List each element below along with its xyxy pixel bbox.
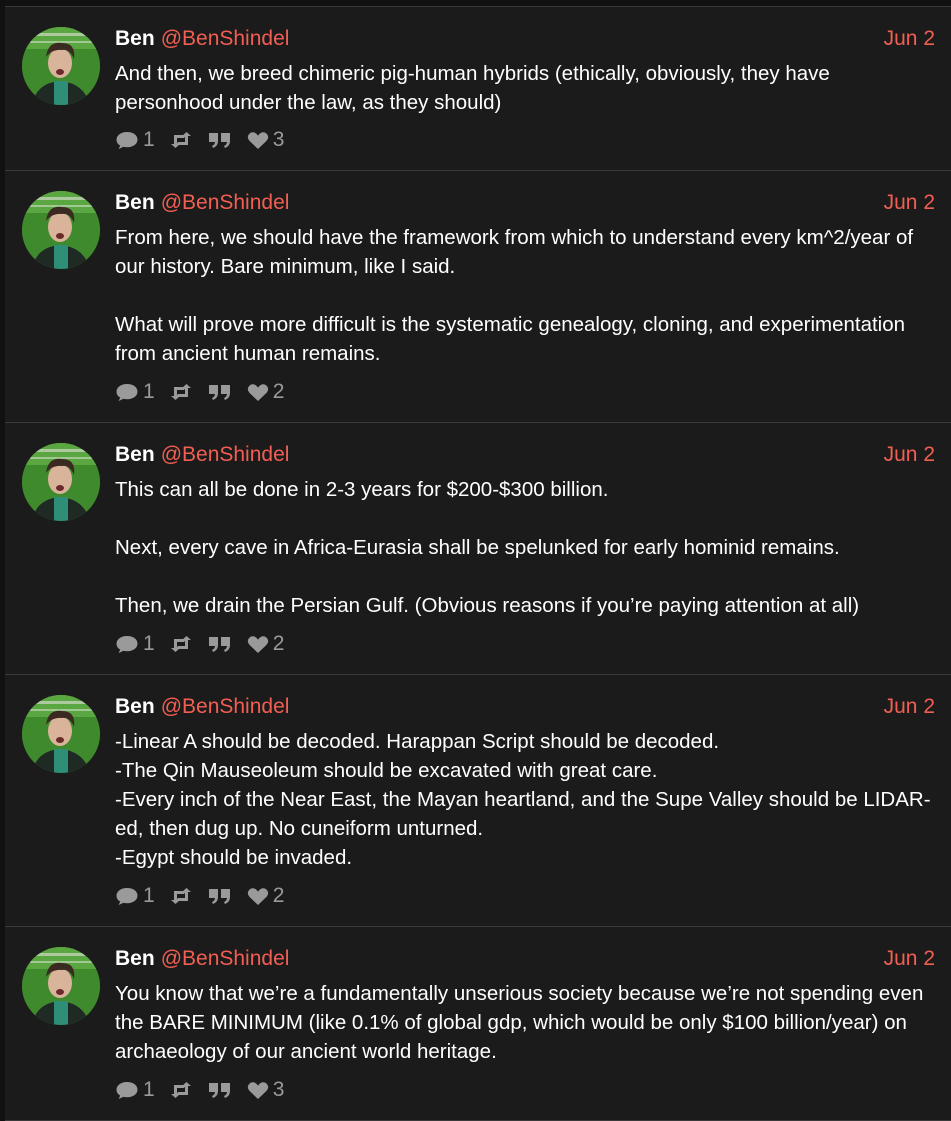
comment-icon	[115, 382, 139, 402]
post-paragraph: You know that we’re a fundamentally unse…	[115, 982, 924, 1063]
like-button[interactable]: 3	[247, 128, 285, 152]
post-header: Ben @BenShindel Jun 2	[115, 947, 935, 971]
quote-icon	[207, 887, 233, 905]
post-body: From here, we should have the framework …	[115, 223, 941, 368]
reply-count: 1	[143, 128, 155, 151]
author-name[interactable]: Ben	[115, 947, 155, 970]
post-actions: 12	[115, 882, 298, 910]
author-name[interactable]: Ben	[115, 695, 155, 718]
post-paragraph: -Linear A should be decoded. Harappan Sc…	[115, 730, 931, 869]
post-actions: 12	[115, 630, 298, 658]
like-button[interactable]: 2	[247, 884, 285, 908]
like-count: 2	[272, 632, 285, 655]
reply-button[interactable]: 1	[115, 632, 155, 656]
post-actions: 13	[115, 1076, 298, 1104]
author-handle[interactable]: @BenShindel	[161, 443, 290, 466]
post-header: Ben @BenShindel Jun 2	[115, 443, 935, 467]
post-header: Ben @BenShindel Jun 2	[115, 27, 935, 51]
post[interactable]: Ben @BenShindel Jun 2 -Linear A should be d…	[5, 675, 951, 927]
post-paragraph: This can all be done in 2-3 years for $2…	[115, 478, 609, 501]
post-paragraph: Next, every cave in Africa-Eurasia shall…	[115, 536, 840, 559]
post[interactable]: Ben @BenShindel Jun 2 From here, we should …	[5, 171, 951, 423]
reply-button[interactable]: 1	[115, 380, 155, 404]
like-count: 3	[272, 1078, 285, 1101]
repost-icon	[169, 383, 193, 401]
repost-icon	[169, 1081, 193, 1099]
heart-icon	[247, 887, 269, 906]
post-actions: 13	[115, 126, 298, 154]
like-button[interactable]: 2	[247, 632, 285, 656]
author-handle[interactable]: @BenShindel	[161, 947, 290, 970]
reply-count: 1	[143, 884, 155, 907]
quote-icon	[207, 1081, 233, 1099]
post-body: -Linear A should be decoded. Harappan Sc…	[115, 727, 941, 872]
post-paragraph: Then, we drain the Persian Gulf. (Obviou…	[115, 594, 860, 617]
repost-icon	[169, 635, 193, 653]
like-button[interactable]: 3	[247, 1078, 285, 1102]
reply-button[interactable]: 1	[115, 884, 155, 908]
repost-button[interactable]	[169, 131, 193, 149]
repost-icon	[169, 887, 193, 905]
post-header: Ben @BenShindel Jun 2	[115, 695, 935, 719]
author-handle[interactable]: @BenShindel	[161, 27, 290, 50]
quote-icon	[207, 131, 233, 149]
post-actions: 12	[115, 378, 298, 406]
post[interactable]: Ben @BenShindel Jun 2 And then, we breed ch…	[5, 7, 951, 171]
post-paragraph: From here, we should have the framework …	[115, 226, 914, 278]
avatar[interactable]	[22, 947, 100, 1025]
reply-button[interactable]: 1	[115, 1078, 155, 1102]
heart-icon	[247, 635, 269, 654]
quote-icon	[207, 635, 233, 653]
author-handle[interactable]: @BenShindel	[161, 191, 290, 214]
post-date[interactable]: Jun 2	[884, 443, 935, 467]
comment-icon	[115, 634, 139, 654]
heart-icon	[247, 131, 269, 150]
repost-button[interactable]	[169, 887, 193, 905]
avatar[interactable]	[22, 191, 100, 269]
like-count: 2	[272, 380, 285, 403]
author-name[interactable]: Ben	[115, 443, 155, 466]
post-body: You know that we’re a fundamentally unse…	[115, 979, 941, 1066]
repost-button[interactable]	[169, 383, 193, 401]
post-header: Ben @BenShindel Jun 2	[115, 191, 935, 215]
like-button[interactable]: 2	[247, 380, 285, 404]
post-date[interactable]: Jun 2	[884, 27, 935, 51]
comment-icon	[115, 886, 139, 906]
heart-icon	[247, 383, 269, 402]
avatar[interactable]	[22, 695, 100, 773]
author-name[interactable]: Ben	[115, 27, 155, 50]
post-date[interactable]: Jun 2	[884, 695, 935, 719]
post-date[interactable]: Jun 2	[884, 191, 935, 215]
post-paragraph: What will prove more difficult is the sy…	[115, 313, 906, 365]
repost-button[interactable]	[169, 635, 193, 653]
heart-icon	[247, 1081, 269, 1100]
quote-button[interactable]	[207, 887, 233, 905]
avatar[interactable]	[22, 443, 100, 521]
quote-button[interactable]	[207, 131, 233, 149]
reply-button[interactable]: 1	[115, 128, 155, 152]
quote-icon	[207, 383, 233, 401]
post[interactable]: Ben @BenShindel Jun 2 You know that we’re a…	[5, 927, 951, 1121]
like-count: 3	[272, 128, 285, 151]
repost-button[interactable]	[169, 1081, 193, 1099]
author-name[interactable]: Ben	[115, 191, 155, 214]
post[interactable]: Ben @BenShindel Jun 2 This can all be done …	[5, 423, 951, 675]
quote-button[interactable]	[207, 635, 233, 653]
post-body: And then, we breed chimeric pig-human hy…	[115, 59, 941, 117]
reply-count: 1	[143, 1078, 155, 1101]
comment-icon	[115, 130, 139, 150]
avatar[interactable]	[22, 27, 100, 105]
author-handle[interactable]: @BenShindel	[161, 695, 290, 718]
quote-button[interactable]	[207, 383, 233, 401]
like-count: 2	[272, 884, 285, 907]
post-feed: Ben @BenShindel Jun 2 And then, we breed ch…	[5, 6, 951, 1121]
post-paragraph: And then, we breed chimeric pig-human hy…	[115, 62, 830, 114]
reply-count: 1	[143, 632, 155, 655]
quote-button[interactable]	[207, 1081, 233, 1099]
post-date[interactable]: Jun 2	[884, 947, 935, 971]
comment-icon	[115, 1080, 139, 1100]
reply-count: 1	[143, 380, 155, 403]
repost-icon	[169, 131, 193, 149]
post-body: This can all be done in 2-3 years for $2…	[115, 475, 941, 620]
